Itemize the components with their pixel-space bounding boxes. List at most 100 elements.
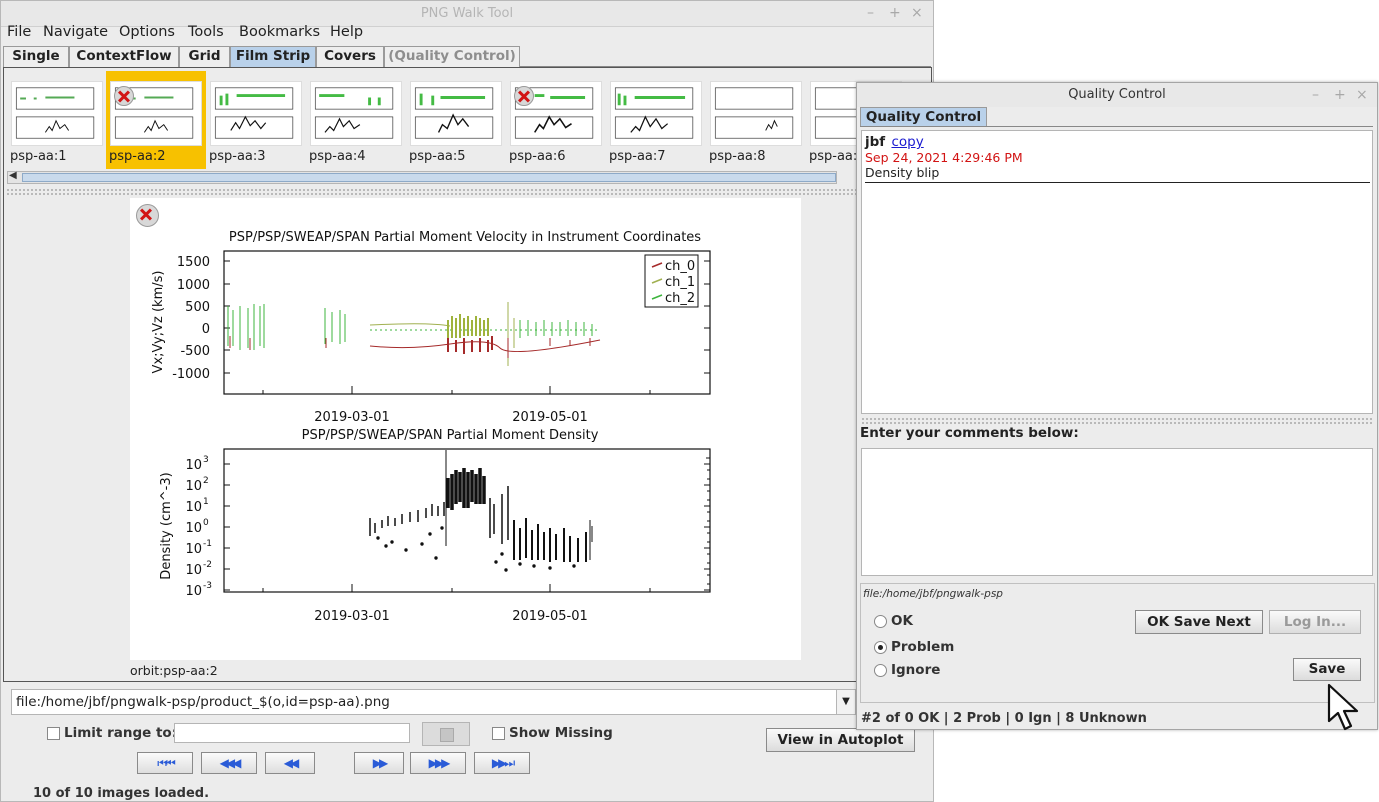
scroll-left-icon[interactable]: ◀ xyxy=(9,170,17,181)
qc-history-panel: jbf copy Sep 24, 2021 4:29:46 PM Density… xyxy=(861,130,1373,414)
menu-tools[interactable]: Tools xyxy=(188,24,224,40)
save-button[interactable]: Save xyxy=(1293,658,1361,681)
limit-range-input[interactable] xyxy=(174,723,410,743)
y-tick-label: 10 xyxy=(185,500,202,515)
x-tick-label: 2019-03-01 xyxy=(314,410,390,425)
qc-radio-ok-label: OK xyxy=(891,613,913,629)
maximize-button[interactable]: + xyxy=(889,5,901,21)
menu-bookmarks[interactable]: Bookmarks xyxy=(239,24,320,40)
view-tabs: Single ContextFlow Grid Film Strip Cover… xyxy=(3,45,931,67)
qc-history-user: jbf xyxy=(865,134,886,150)
tab-grid[interactable]: Grid xyxy=(179,46,230,67)
bottom-plot-frame xyxy=(223,448,711,593)
thumbnail-3[interactable]: psp-aa:3 xyxy=(206,71,306,169)
problem-x-icon xyxy=(136,204,159,227)
y-tick-label: 10 xyxy=(185,542,202,557)
legend: ch_0 ch_1 ch_2 xyxy=(644,254,699,308)
y-tick-label: 10 xyxy=(185,479,202,494)
tab-contextflow[interactable]: ContextFlow xyxy=(69,46,179,67)
qc-history-timestamp: Sep 24, 2021 4:29:46 PM xyxy=(865,150,1023,165)
qc-history-divider xyxy=(865,182,1370,183)
thumbnail-label: psp-aa:1 xyxy=(10,149,67,164)
menu-help[interactable]: Help xyxy=(330,24,363,40)
scrollbar-thumb[interactable] xyxy=(22,173,836,182)
view-in-autoplot-button[interactable]: View in Autoplot xyxy=(766,728,915,752)
qc-minimize-button[interactable]: – xyxy=(1312,87,1319,103)
thumbnail-2[interactable]: psp-aa:2 xyxy=(106,71,206,169)
thumbnail-label: psp-aa:3 xyxy=(209,149,266,164)
show-missing-checkbox[interactable] xyxy=(492,727,505,740)
thumbnail-image xyxy=(410,81,502,146)
thumbnail-image xyxy=(11,81,103,146)
qc-radio-ignore[interactable] xyxy=(874,664,887,677)
problem-x-icon xyxy=(514,86,534,106)
menu-options[interactable]: Options xyxy=(119,24,175,40)
thumbnail-image xyxy=(610,81,702,146)
prev-button[interactable]: ◀◀ xyxy=(265,752,315,774)
qc-titlebar: Quality Control – + × xyxy=(857,83,1377,107)
x-tick-label: 2019-03-01 xyxy=(314,609,390,624)
thumbnail-4[interactable]: psp-aa:4 xyxy=(306,71,406,169)
top-y-axis-label: Vx;Vy;Vz (km/s) xyxy=(151,271,166,374)
last-button[interactable]: ▶▶⏭ xyxy=(474,752,530,774)
first-button[interactable]: ⏮⏮ xyxy=(137,752,193,774)
y-tick-label: 1500 xyxy=(177,255,210,270)
menu-file[interactable]: File xyxy=(7,24,31,40)
ok-save-next-button[interactable]: OK Save Next xyxy=(1135,610,1263,634)
y-tick-label: 10 xyxy=(185,563,202,578)
plot-image: PSP/PSP/SWEAP/SPAN Partial Moment Veloci… xyxy=(151,230,711,624)
tab-covers[interactable]: Covers xyxy=(316,46,384,67)
minimize-button[interactable]: – xyxy=(867,5,874,21)
log-in-button[interactable]: Log In... xyxy=(1269,610,1361,634)
thumbnail-5[interactable]: psp-aa:5 xyxy=(406,71,506,169)
thumbnail-1[interactable]: psp-aa:1 xyxy=(7,71,107,169)
tab-single[interactable]: Single xyxy=(3,46,69,67)
y-tick-label: 10 xyxy=(185,458,202,473)
orbit-label: orbit:psp-aa:2 xyxy=(130,663,218,678)
path-dropdown-icon[interactable]: ▼ xyxy=(836,689,856,715)
tab-quality-control[interactable]: Quality Control xyxy=(860,107,987,127)
qc-radio-ok[interactable] xyxy=(874,615,887,628)
qc-summary-status: #2 of 0 OK | 2 Prob | 0 Ign | 8 Unknown xyxy=(861,711,1147,726)
split-pane-divider[interactable] xyxy=(6,188,930,195)
thumbnail-8[interactable]: psp-aa:8 xyxy=(706,71,806,169)
qc-split-divider[interactable] xyxy=(861,417,1373,424)
thumbnail-6[interactable]: psp-aa:6 xyxy=(506,71,606,169)
tab-quality-control: (Quality Control) xyxy=(384,46,520,67)
thumbnail-image xyxy=(710,81,802,146)
y-tick-label: 10 xyxy=(185,521,202,536)
menu-navigate[interactable]: Navigate xyxy=(43,24,108,40)
show-missing-label: Show Missing xyxy=(509,725,613,741)
thumbnail-7[interactable]: psp-aa:7 xyxy=(606,71,706,169)
next-page-button[interactable]: ▶▶▶ xyxy=(410,752,466,774)
y-tick-exponent: -3 xyxy=(203,581,212,591)
next-button[interactable]: ▶▶ xyxy=(354,752,404,774)
qc-radio-problem-label: Problem xyxy=(891,639,955,655)
qc-tab-divider xyxy=(860,126,1373,127)
y-tick-label: -500 xyxy=(180,344,210,359)
y-tick-label: 10 xyxy=(185,584,202,599)
prev-page-button[interactable]: ◀◀◀ xyxy=(201,752,257,774)
qc-window-title: Quality Control xyxy=(1068,87,1166,102)
qc-history-comment: Density blip xyxy=(865,165,940,180)
status-text: 10 of 10 images loaded. xyxy=(33,786,210,801)
y-tick-label: -1000 xyxy=(172,367,210,382)
qc-comment-textarea[interactable] xyxy=(861,448,1373,576)
film-strip: psp-aa:1 psp-aa:2 psp-aa:3 psp-aa:4 psp-… xyxy=(5,71,930,187)
thumbnail-label: psp-aa:2 xyxy=(109,149,166,164)
qc-copy-link[interactable]: copy xyxy=(891,134,923,150)
qc-radio-problem[interactable] xyxy=(874,641,887,654)
qc-maximize-button[interactable]: + xyxy=(1334,87,1346,103)
y-tick-label: 1000 xyxy=(177,278,210,293)
qc-close-button[interactable]: × xyxy=(1356,87,1368,103)
template-path-field[interactable]: file:/home/jbf/pngwalk-psp/product_$(o,i… xyxy=(11,689,837,715)
close-button[interactable]: × xyxy=(911,5,923,21)
menubar: File Navigate Options Tools Bookmarks He… xyxy=(0,22,932,44)
y-tick-exponent: -2 xyxy=(203,560,212,570)
limit-range-checkbox[interactable] xyxy=(47,727,60,740)
qc-radio-ignore-label: Ignore xyxy=(891,662,941,678)
tab-film-strip[interactable]: Film Strip xyxy=(230,46,316,67)
range-picker-button[interactable] xyxy=(422,722,470,746)
film-strip-scrollbar[interactable]: ◀ xyxy=(7,170,837,184)
window-title: PNG Walk Tool xyxy=(420,6,514,21)
